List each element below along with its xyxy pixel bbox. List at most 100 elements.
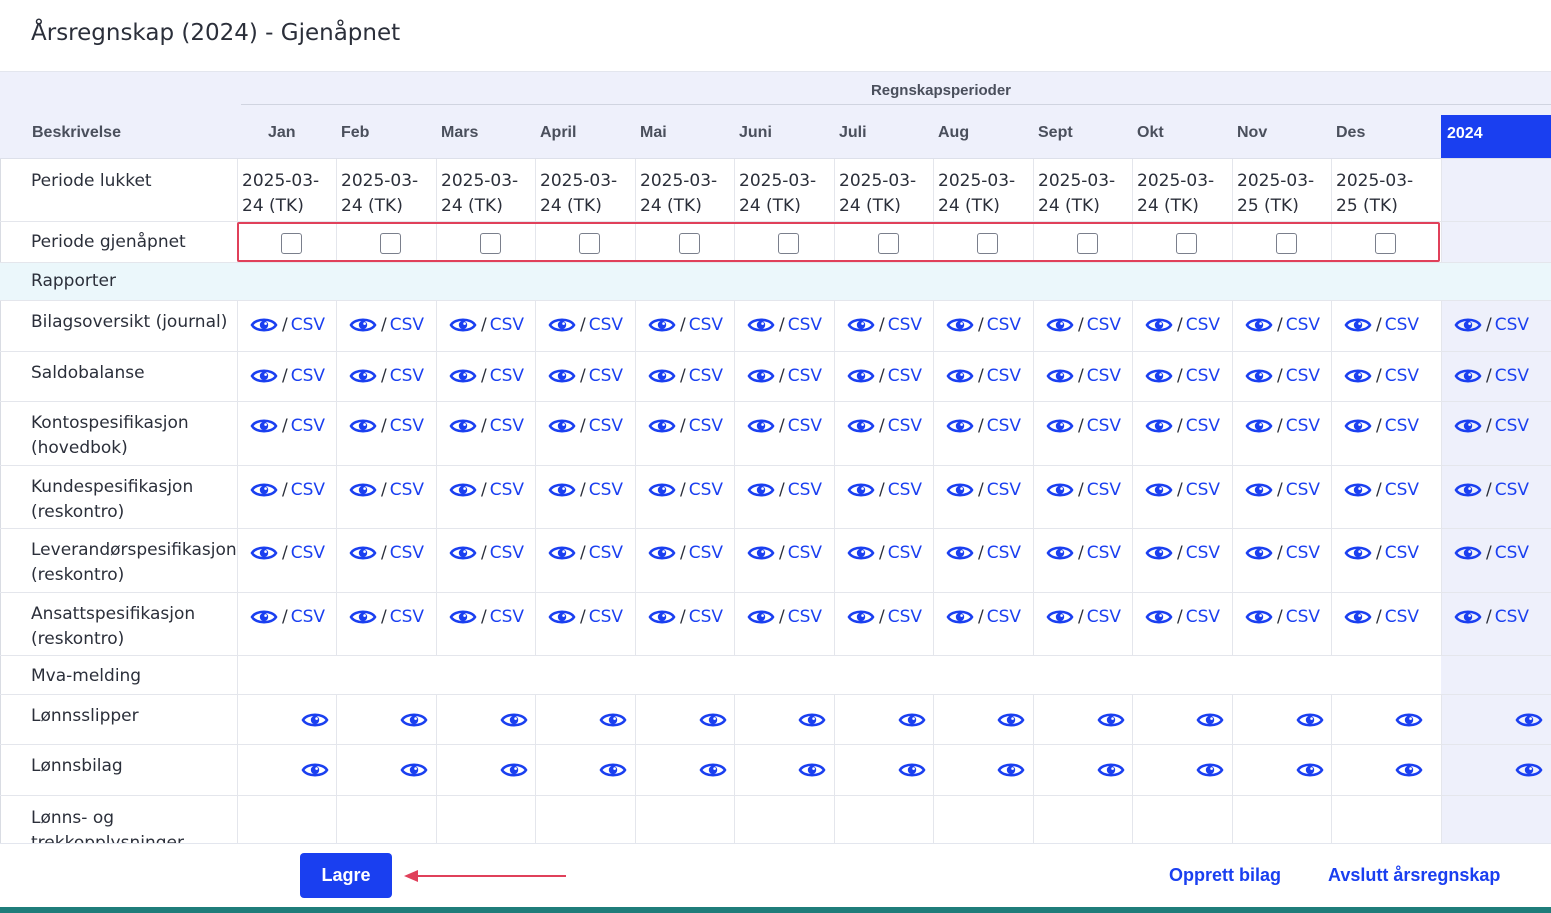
csv-download-link[interactable]: CSV [1186, 366, 1220, 386]
csv-download-link[interactable]: CSV [1385, 366, 1419, 386]
eye-icon[interactable] [1245, 366, 1273, 386]
eye-icon[interactable] [1145, 480, 1173, 500]
csv-download-link[interactable]: CSV [1286, 480, 1320, 500]
reopen-checkbox-sept[interactable] [1077, 233, 1098, 254]
eye-icon[interactable] [1145, 416, 1173, 436]
csv-download-link[interactable]: CSV [888, 366, 922, 386]
csv-download-link[interactable]: CSV [1087, 607, 1121, 627]
eye-icon[interactable] [1454, 607, 1482, 627]
csv-download-link[interactable]: CSV [1385, 607, 1419, 627]
eye-icon[interactable] [548, 480, 576, 500]
reopen-checkbox-okt[interactable] [1176, 233, 1197, 254]
csv-download-link[interactable]: CSV [689, 480, 723, 500]
eye-icon[interactable] [1395, 760, 1423, 780]
eye-icon[interactable] [548, 315, 576, 335]
eye-icon[interactable] [1344, 543, 1372, 563]
eye-icon[interactable] [847, 543, 875, 563]
eye-icon[interactable] [250, 366, 278, 386]
eye-icon[interactable] [349, 543, 377, 563]
eye-icon[interactable] [997, 760, 1025, 780]
eye-icon[interactable] [1515, 710, 1543, 730]
csv-download-link[interactable]: CSV [1286, 416, 1320, 436]
eye-icon[interactable] [648, 543, 676, 563]
eye-icon[interactable] [250, 543, 278, 563]
eye-icon[interactable] [1046, 543, 1074, 563]
csv-download-link[interactable]: CSV [490, 315, 524, 335]
eye-icon[interactable] [747, 416, 775, 436]
reopen-checkbox-aug[interactable] [977, 233, 998, 254]
eye-icon[interactable] [1196, 710, 1224, 730]
eye-icon[interactable] [1344, 366, 1372, 386]
csv-download-link[interactable]: CSV [1495, 416, 1529, 436]
eye-icon[interactable] [599, 760, 627, 780]
eye-icon[interactable] [946, 366, 974, 386]
csv-download-link[interactable]: CSV [589, 366, 623, 386]
reopen-checkbox-des[interactable] [1375, 233, 1396, 254]
eye-icon[interactable] [449, 607, 477, 627]
eye-icon[interactable] [1395, 710, 1423, 730]
eye-icon[interactable] [847, 480, 875, 500]
eye-icon[interactable] [648, 315, 676, 335]
eye-icon[interactable] [1454, 543, 1482, 563]
reopen-checkbox-juli[interactable] [878, 233, 899, 254]
csv-download-link[interactable]: CSV [987, 543, 1021, 563]
csv-download-link[interactable]: CSV [888, 607, 922, 627]
eye-icon[interactable] [1245, 480, 1273, 500]
csv-download-link[interactable]: CSV [1087, 543, 1121, 563]
csv-download-link[interactable]: CSV [1385, 543, 1419, 563]
csv-download-link[interactable]: CSV [1186, 315, 1220, 335]
eye-icon[interactable] [1046, 416, 1074, 436]
reopen-checkbox-april[interactable] [579, 233, 600, 254]
reopen-checkbox-jan[interactable] [281, 233, 302, 254]
eye-icon[interactable] [997, 710, 1025, 730]
eye-icon[interactable] [250, 480, 278, 500]
eye-icon[interactable] [747, 315, 775, 335]
csv-download-link[interactable]: CSV [390, 543, 424, 563]
csv-download-link[interactable]: CSV [788, 416, 822, 436]
eye-icon[interactable] [798, 710, 826, 730]
csv-download-link[interactable]: CSV [490, 416, 524, 436]
csv-download-link[interactable]: CSV [291, 366, 325, 386]
eye-icon[interactable] [1097, 760, 1125, 780]
eye-icon[interactable] [946, 315, 974, 335]
eye-icon[interactable] [400, 710, 428, 730]
eye-icon[interactable] [898, 760, 926, 780]
csv-download-link[interactable]: CSV [987, 480, 1021, 500]
csv-download-link[interactable]: CSV [490, 480, 524, 500]
eye-icon[interactable] [1245, 543, 1273, 563]
eye-icon[interactable] [349, 480, 377, 500]
eye-icon[interactable] [1145, 315, 1173, 335]
eye-icon[interactable] [1454, 366, 1482, 386]
eye-icon[interactable] [548, 366, 576, 386]
csv-download-link[interactable]: CSV [987, 315, 1021, 335]
csv-download-link[interactable]: CSV [689, 315, 723, 335]
csv-download-link[interactable]: CSV [987, 607, 1021, 627]
eye-icon[interactable] [250, 416, 278, 436]
eye-icon[interactable] [648, 607, 676, 627]
csv-download-link[interactable]: CSV [788, 366, 822, 386]
csv-download-link[interactable]: CSV [1286, 607, 1320, 627]
eye-icon[interactable] [1245, 416, 1273, 436]
eye-icon[interactable] [648, 480, 676, 500]
eye-icon[interactable] [1454, 480, 1482, 500]
csv-download-link[interactable]: CSV [1186, 543, 1220, 563]
eye-icon[interactable] [847, 607, 875, 627]
eye-icon[interactable] [548, 543, 576, 563]
csv-download-link[interactable]: CSV [788, 315, 822, 335]
csv-download-link[interactable]: CSV [1385, 480, 1419, 500]
eye-icon[interactable] [847, 416, 875, 436]
csv-download-link[interactable]: CSV [1087, 366, 1121, 386]
column-header-year[interactable]: 2024 [1441, 115, 1551, 158]
eye-icon[interactable] [747, 480, 775, 500]
csv-download-link[interactable]: CSV [291, 543, 325, 563]
eye-icon[interactable] [250, 607, 278, 627]
reopen-checkbox-mars[interactable] [480, 233, 501, 254]
csv-download-link[interactable]: CSV [291, 416, 325, 436]
csv-download-link[interactable]: CSV [291, 315, 325, 335]
eye-icon[interactable] [449, 480, 477, 500]
eye-icon[interactable] [699, 710, 727, 730]
csv-download-link[interactable]: CSV [390, 366, 424, 386]
eye-icon[interactable] [747, 366, 775, 386]
csv-download-link[interactable]: CSV [390, 480, 424, 500]
eye-icon[interactable] [1196, 760, 1224, 780]
